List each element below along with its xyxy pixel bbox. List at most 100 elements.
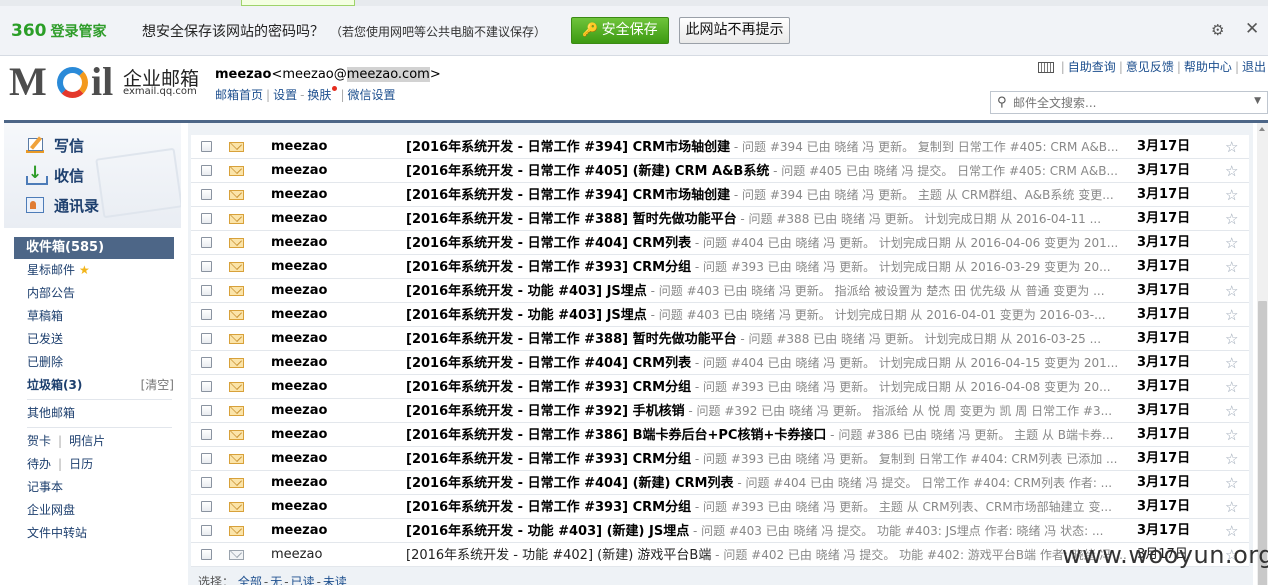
row-checkbox[interactable]	[201, 213, 212, 224]
star-icon[interactable]: ☆	[1225, 471, 1238, 495]
greeting-card-link[interactable]: 贺卡	[27, 434, 51, 448]
mail-row[interactable]: meezao [2016年系统开发 - 功能 #403] (新建) JS埋点 - …	[191, 519, 1249, 543]
star-icon[interactable]: ☆	[1225, 495, 1238, 519]
mail-row[interactable]: meezao [2016年系统开发 - 日常工作 #386] B端卡券后台+PC核…	[191, 423, 1249, 447]
star-icon[interactable]: ☆	[1225, 327, 1238, 351]
select-all-link[interactable]: 全部	[238, 575, 262, 585]
row-checkbox[interactable]	[201, 453, 212, 464]
calendar-link[interactable]: 日历	[69, 457, 93, 471]
row-checkbox[interactable]	[201, 165, 212, 176]
row-checkbox[interactable]	[201, 309, 212, 320]
star-icon[interactable]: ☆	[1225, 159, 1238, 183]
row-checkbox[interactable]	[201, 189, 212, 200]
mail-row[interactable]: meezao [2016年系统开发 - 日常工作 #404] (新建) CRM列表…	[191, 471, 1249, 495]
mail-subject[interactable]: [2016年系统开发 - 功能 #402] (新建) 游戏平台B端 - 问题 #…	[406, 543, 1131, 568]
row-checkbox[interactable]	[201, 477, 212, 488]
folder-starred[interactable]: 星标邮件 ★	[14, 259, 174, 282]
mail-subject[interactable]: [2016年系统开发 - 功能 #403] JS埋点 - 问题 #403 已由 …	[406, 279, 1131, 304]
mail-row[interactable]: meezao [2016年系统开发 - 功能 #403] JS埋点 - 问题 #4…	[191, 279, 1249, 303]
star-icon[interactable]: ☆	[1225, 351, 1238, 375]
row-checkbox[interactable]	[201, 285, 212, 296]
mail-subject[interactable]: [2016年系统开发 - 功能 #403] (新建) JS埋点 - 问题 #40…	[406, 519, 1131, 544]
row-checkbox[interactable]	[201, 501, 212, 512]
qq-mail-logo[interactable]: M il	[9, 62, 119, 102]
mail-subject[interactable]: [2016年系统开发 - 日常工作 #386] B端卡券后台+PC核销+卡券接口…	[406, 423, 1131, 448]
folder-other-mailbox[interactable]: 其他邮箱	[14, 402, 174, 425]
mail-subject[interactable]: [2016年系统开发 - 功能 #403] JS埋点 - 问题 #403 已由 …	[406, 303, 1131, 328]
row-checkbox[interactable]	[201, 237, 212, 248]
postcard-link[interactable]: 明信片	[69, 434, 105, 448]
mail-row[interactable]: meezao [2016年系统开发 - 日常工作 #404] CRM列表 - 问题…	[191, 231, 1249, 255]
compose-button[interactable]: 写信	[26, 135, 84, 156]
mailbox-home-link[interactable]: 邮箱首页	[215, 88, 263, 102]
mail-subject[interactable]: [2016年系统开发 - 日常工作 #388] 暂时先做功能平台 - 问题 #3…	[406, 207, 1131, 232]
never-prompt-button[interactable]: 此网站不再提示	[679, 17, 790, 44]
row-checkbox[interactable]	[201, 333, 212, 344]
mail-subject[interactable]: [2016年系统开发 - 日常工作 #393] CRM分组 - 问题 #393 …	[406, 495, 1131, 520]
file-transfer-link[interactable]: 文件中转站	[14, 522, 174, 545]
folder-spam[interactable]: 垃圾箱(3) [清空]	[14, 374, 174, 397]
select-read-link[interactable]: 已读	[291, 575, 315, 585]
star-icon[interactable]: ☆	[1225, 375, 1238, 399]
mail-row[interactable]: meezao [2016年系统开发 - 日常工作 #392] 手机核销 - 问题 …	[191, 399, 1249, 423]
mail-subject[interactable]: [2016年系统开发 - 日常工作 #405] (新建) CRM A&B系统 -…	[406, 159, 1131, 184]
select-unread-link[interactable]: 未读	[323, 575, 347, 585]
mail-subject[interactable]: [2016年系统开发 - 日常工作 #388] 暂时先做功能平台 - 问题 #3…	[406, 327, 1131, 352]
todo-link[interactable]: 待办	[27, 457, 51, 471]
mail-row[interactable]: meezao [2016年系统开发 - 日常工作 #393] CRM分组 - 问题…	[191, 375, 1249, 399]
secure-save-button[interactable]: 🔑 安全保存	[571, 17, 669, 44]
mail-row[interactable]: meezao [2016年系统开发 - 日常工作 #393] CRM分组 - 问题…	[191, 447, 1249, 471]
gear-icon[interactable]: ⚙	[1211, 21, 1224, 39]
mail-subject[interactable]: [2016年系统开发 - 日常工作 #404] CRM列表 - 问题 #404 …	[406, 351, 1131, 376]
change-skin-link[interactable]: 换肤	[307, 88, 331, 102]
wechat-settings-link[interactable]: 微信设置	[347, 88, 395, 102]
mail-subject[interactable]: [2016年系统开发 - 日常工作 #393] CRM分组 - 问题 #393 …	[406, 255, 1131, 280]
scrollbar[interactable]	[1257, 123, 1268, 585]
chevron-down-icon[interactable]: ▼	[1254, 96, 1261, 106]
mail-subject[interactable]: [2016年系统开发 - 日常工作 #394] CRM市场轴创建 - 问题 #3…	[406, 183, 1131, 208]
row-checkbox[interactable]	[201, 429, 212, 440]
mail-subject[interactable]: [2016年系统开发 - 日常工作 #404] CRM列表 - 问题 #404 …	[406, 231, 1131, 256]
contacts-button[interactable]: 通讯录	[26, 195, 99, 216]
mail-row[interactable]: meezao [2016年系统开发 - 日常工作 #405] (新建) CRM A…	[191, 159, 1249, 183]
folder-drafts[interactable]: 草稿箱	[14, 305, 174, 328]
star-icon[interactable]: ☆	[1225, 255, 1238, 279]
mail-row[interactable]: meezao [2016年系统开发 - 日常工作 #388] 暂时先做功能平台 -…	[191, 327, 1249, 351]
empty-spam-link[interactable]: [清空]	[141, 374, 174, 397]
mail-row[interactable]: meezao [2016年系统开发 - 日常工作 #394] CRM市场轴创建 -…	[191, 135, 1249, 159]
row-checkbox[interactable]	[201, 261, 212, 272]
scroll-up-icon[interactable]	[1259, 127, 1265, 131]
folder-inbox[interactable]: 收件箱(585)	[14, 237, 174, 259]
receive-button[interactable]: 收信	[26, 163, 84, 186]
search-input[interactable]	[1013, 94, 1243, 111]
folder-deleted[interactable]: 已删除	[14, 351, 174, 374]
star-icon[interactable]: ☆	[1225, 135, 1238, 159]
row-checkbox[interactable]	[201, 141, 212, 152]
enterprise-disk-link[interactable]: 企业网盘	[14, 499, 174, 522]
mail-search-box[interactable]: ⚲ ▼	[990, 91, 1268, 114]
mail-row[interactable]: meezao [2016年系统开发 - 日常工作 #404] CRM列表 - 问题…	[191, 351, 1249, 375]
star-icon[interactable]: ☆	[1225, 207, 1238, 231]
star-icon[interactable]: ☆	[1225, 183, 1238, 207]
self-service-link[interactable]: 自助查询	[1068, 60, 1116, 74]
mail-row[interactable]: meezao [2016年系统开发 - 日常工作 #393] CRM分组 - 问题…	[191, 255, 1249, 279]
star-icon[interactable]: ☆	[1225, 231, 1238, 255]
close-icon[interactable]: ✕	[1245, 19, 1259, 39]
keyboard-icon[interactable]	[1037, 62, 1054, 73]
row-checkbox[interactable]	[201, 525, 212, 536]
mail-row[interactable]: meezao [2016年系统开发 - 日常工作 #393] CRM分组 - 问题…	[191, 495, 1249, 519]
logout-link[interactable]: 退出	[1242, 60, 1266, 74]
mail-row[interactable]: meezao [2016年系统开发 - 日常工作 #394] CRM市场轴创建 -…	[191, 183, 1249, 207]
star-icon[interactable]: ☆	[1225, 399, 1238, 423]
mail-subject[interactable]: [2016年系统开发 - 日常工作 #404] (新建) CRM列表 - 问题 …	[406, 471, 1131, 496]
browser-tab[interactable]	[241, 0, 355, 6]
mail-row[interactable]: meezao [2016年系统开发 - 功能 #403] JS埋点 - 问题 #4…	[191, 303, 1249, 327]
mail-subject[interactable]: [2016年系统开发 - 日常工作 #393] CRM分组 - 问题 #393 …	[406, 447, 1131, 472]
mail-row[interactable]: meezao [2016年系统开发 - 日常工作 #388] 暂时先做功能平台 -…	[191, 207, 1249, 231]
star-icon[interactable]: ☆	[1225, 279, 1238, 303]
row-checkbox[interactable]	[201, 549, 212, 560]
star-icon[interactable]: ☆	[1225, 423, 1238, 447]
folder-announcements[interactable]: 内部公告	[14, 282, 174, 305]
select-none-link[interactable]: 无	[270, 575, 282, 585]
help-center-link[interactable]: 帮助中心	[1184, 60, 1232, 74]
